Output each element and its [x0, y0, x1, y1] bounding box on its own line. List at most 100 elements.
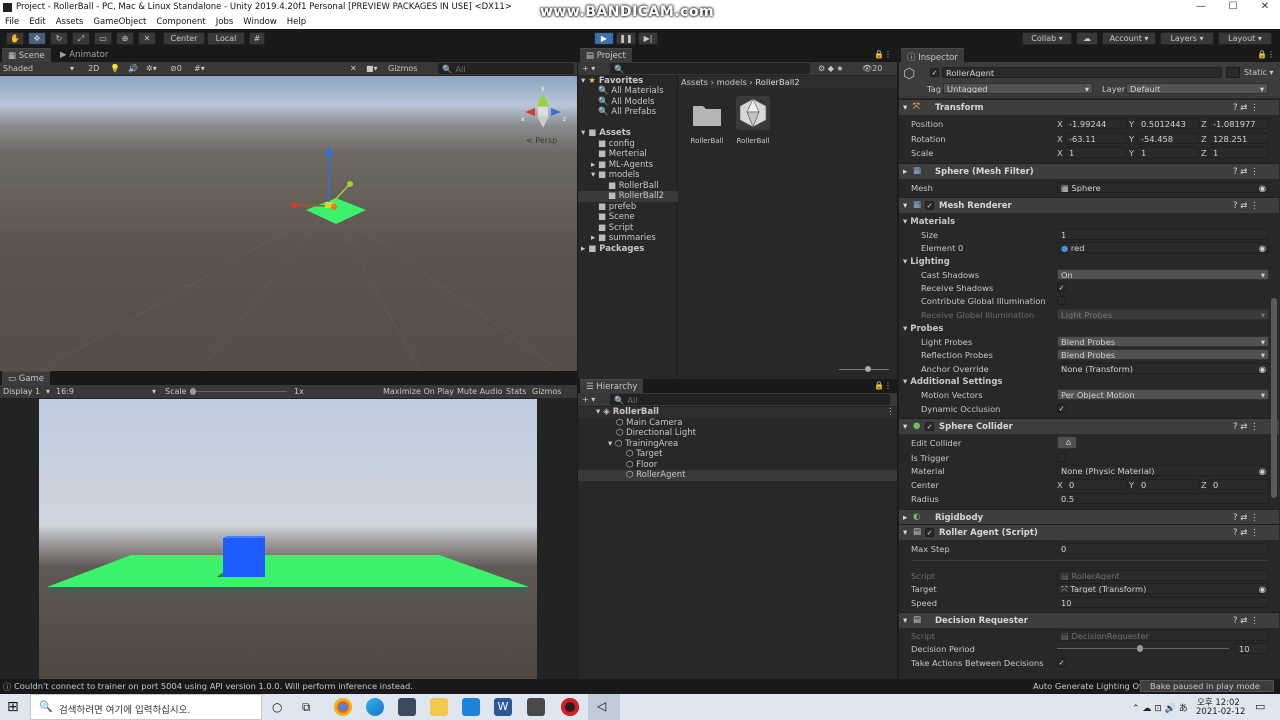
unity-taskbar-item[interactable]: ◁ — [588, 694, 620, 720]
aspect-dropdown[interactable]: 16:9 — [56, 387, 74, 396]
persp-label[interactable]: < Persp — [526, 136, 557, 145]
rotation-x-field[interactable]: -63.11 — [1065, 133, 1127, 144]
transform-header[interactable]: ▾ ⤧ Transform ? ⇄ ⋮ — [899, 99, 1279, 115]
decision-period-slider[interactable] — [1057, 648, 1229, 649]
reflection-probes-dropdown[interactable]: Blend Probes ▾ — [1057, 349, 1269, 360]
clock-date[interactable]: 2021-02-12 — [1196, 707, 1245, 717]
component-menu-icon[interactable]: ? ⇄ ⋮ — [1233, 167, 1259, 177]
foldout-arrow-icon[interactable]: ▾ — [903, 616, 907, 626]
task-view-icon[interactable]: ⧉ — [302, 700, 311, 715]
folder-item[interactable]: ■ prefeb — [598, 202, 636, 212]
account-dropdown[interactable]: Account ▾ — [1102, 32, 1156, 45]
hierarchy-item-selected[interactable]: ⬡ RollerAgent — [626, 470, 685, 480]
scale-z-field[interactable]: 1 — [1209, 147, 1269, 158]
object-name-field[interactable]: RollerAgent — [942, 67, 1222, 78]
mesh-field[interactable]: ▦ Sphere ◉ — [1057, 182, 1269, 193]
layout-dropdown[interactable]: Layout ▾ — [1218, 32, 1272, 45]
hierarchy-item[interactable]: ⬡ Target — [626, 449, 662, 459]
menu-help[interactable]: Help — [282, 16, 311, 27]
scene-menu-icon[interactable]: ⋮ — [886, 407, 895, 417]
inspector-lock-icon[interactable]: 🔒⋮ — [1257, 50, 1275, 59]
edit-collider-button[interactable]: ⌂ — [1057, 436, 1077, 449]
folder-item-selected[interactable]: ■ RollerBall2 — [598, 191, 664, 201]
hidden-objects-icon[interactable]: ⊘0 — [170, 64, 182, 73]
mail-icon[interactable] — [462, 698, 480, 716]
icon-size-slider[interactable] — [839, 369, 889, 370]
game-gizmos-dropdown[interactable]: Gizmos — [532, 387, 561, 396]
project-search-input[interactable]: 🔍 — [610, 63, 810, 74]
menu-assets[interactable]: Assets — [51, 16, 89, 27]
collab-button[interactable]: Collab ▾ — [1022, 32, 1072, 45]
materials-section[interactable]: ▾ Materials — [899, 216, 1279, 229]
effects-dropdown-icon[interactable]: ✲▾ — [146, 64, 157, 73]
hierarchy-lock-icon[interactable]: 🔒⋮ — [874, 381, 892, 390]
scale-y-field[interactable]: 1 — [1137, 147, 1199, 158]
close-button[interactable]: ✕ — [1250, 1, 1280, 15]
inspector-scrollbar[interactable] — [1271, 298, 1277, 498]
scale-x-field[interactable]: 1 — [1065, 147, 1127, 158]
component-menu-icon[interactable]: ? ⇄ ⋮ — [1233, 422, 1259, 432]
size-field[interactable]: 1 — [1057, 229, 1269, 240]
menu-window[interactable]: Window — [238, 16, 282, 27]
camera-icon[interactable]: ■▾ — [366, 64, 378, 73]
component-menu-icon[interactable]: ? ⇄ ⋮ — [1233, 103, 1259, 113]
menu-file[interactable]: File — [0, 16, 24, 27]
decision-period-slider-handle[interactable] — [1137, 645, 1143, 652]
notifications-icon[interactable]: ▭ — [1255, 700, 1265, 713]
component-menu-icon[interactable]: ? ⇄ ⋮ — [1233, 616, 1259, 626]
contribute-gi-checkbox[interactable] — [1057, 296, 1066, 305]
folder-item[interactable]: ■ Merterial — [598, 149, 647, 159]
decision-period-field[interactable]: 10 — [1235, 643, 1269, 654]
chrome-icon[interactable] — [334, 698, 352, 716]
sphere-collider-enabled-checkbox[interactable]: ✓ — [925, 422, 934, 431]
decision-requester-header[interactable]: ▾ ▤ Decision Requester ? ⇄ ⋮ — [899, 612, 1279, 628]
breadcrumb-item[interactable]: models — [717, 77, 747, 87]
static-dropdown[interactable]: Static ▾ — [1244, 68, 1273, 77]
transform-tool-icon[interactable]: ⊕ — [116, 32, 134, 45]
element0-field[interactable]: ● red ◉ — [1057, 242, 1269, 253]
breadcrumb-item[interactable]: RollerBall2 — [755, 77, 799, 87]
radius-field[interactable]: 0.5 — [1057, 493, 1269, 504]
center-z-field[interactable]: 0 — [1209, 479, 1269, 490]
tab-project[interactable]: ▤ Project — [580, 48, 632, 62]
probes-section[interactable]: ▾ Probes — [899, 323, 1279, 336]
cast-shadows-dropdown[interactable]: On ▾ — [1057, 269, 1269, 280]
foldout-arrow-icon[interactable]: ▾ — [903, 528, 907, 538]
display-dropdown-arrow[interactable]: ▾ — [46, 387, 50, 396]
menu-component[interactable]: Component — [151, 16, 210, 27]
word-icon[interactable]: W — [494, 698, 512, 716]
component-menu-icon[interactable]: ? ⇄ ⋮ — [1233, 201, 1259, 211]
custom-tool-icon[interactable]: ✕ — [138, 32, 156, 45]
aspect-dropdown-arrow[interactable]: ▾ — [152, 387, 156, 396]
speed-field[interactable]: 10 — [1057, 597, 1269, 608]
rotation-y-field[interactable]: -54.458 — [1137, 133, 1199, 144]
foldout-arrow-icon[interactable]: ▾ — [903, 201, 907, 211]
is-trigger-checkbox[interactable] — [1057, 453, 1066, 462]
rect-tool-icon[interactable]: ▭ — [94, 32, 112, 45]
folder-item[interactable]: ■ Scene — [598, 212, 635, 222]
favorite-item[interactable]: 🔍 All Materials — [598, 86, 664, 96]
active-checkbox[interactable]: ✓ — [930, 68, 939, 77]
tab-game[interactable]: ▭ Game — [2, 371, 51, 385]
lighting-section[interactable]: ▾ Lighting — [899, 256, 1279, 269]
maximize-button[interactable]: ☐ — [1218, 1, 1248, 15]
folder-item[interactable]: ■ config — [598, 139, 635, 149]
hierarchy-create-button[interactable]: + ▾ — [582, 395, 595, 404]
shading-dropdown[interactable]: Shaded — [3, 64, 33, 73]
cortana-icon[interactable]: ○ — [272, 700, 282, 714]
layer-dropdown[interactable]: Default ▾ — [1126, 83, 1268, 94]
scale-slider-handle[interactable] — [190, 388, 196, 395]
scene-viewport[interactable]: x y z < Persp — [0, 76, 577, 372]
tag-dropdown[interactable]: Untagged ▾ — [943, 83, 1093, 94]
component-menu-icon[interactable]: ? ⇄ ⋮ — [1233, 528, 1259, 538]
packages-root[interactable]: ▸ ■ Packages — [581, 244, 644, 254]
max-step-field[interactable]: 0 — [1057, 543, 1269, 554]
lighting-toggle-icon[interactable]: 💡 — [110, 64, 120, 73]
foldout-arrow-icon[interactable]: ▸ — [903, 167, 907, 177]
folder-item[interactable]: ▸ ■ ML-Agents — [591, 160, 653, 170]
rigidbody-header[interactable]: ▸ ◐ Rigidbody ? ⇄ ⋮ — [899, 509, 1279, 525]
filter-type-icon[interactable]: ⚙ ◆ ★ — [818, 64, 844, 73]
physic-material-field[interactable]: None (Physic Material) ◉ — [1057, 465, 1269, 476]
lock-icon[interactable]: 🔒⋮ — [874, 50, 892, 59]
favorite-item[interactable]: 🔍 All Prefabs — [598, 107, 656, 117]
